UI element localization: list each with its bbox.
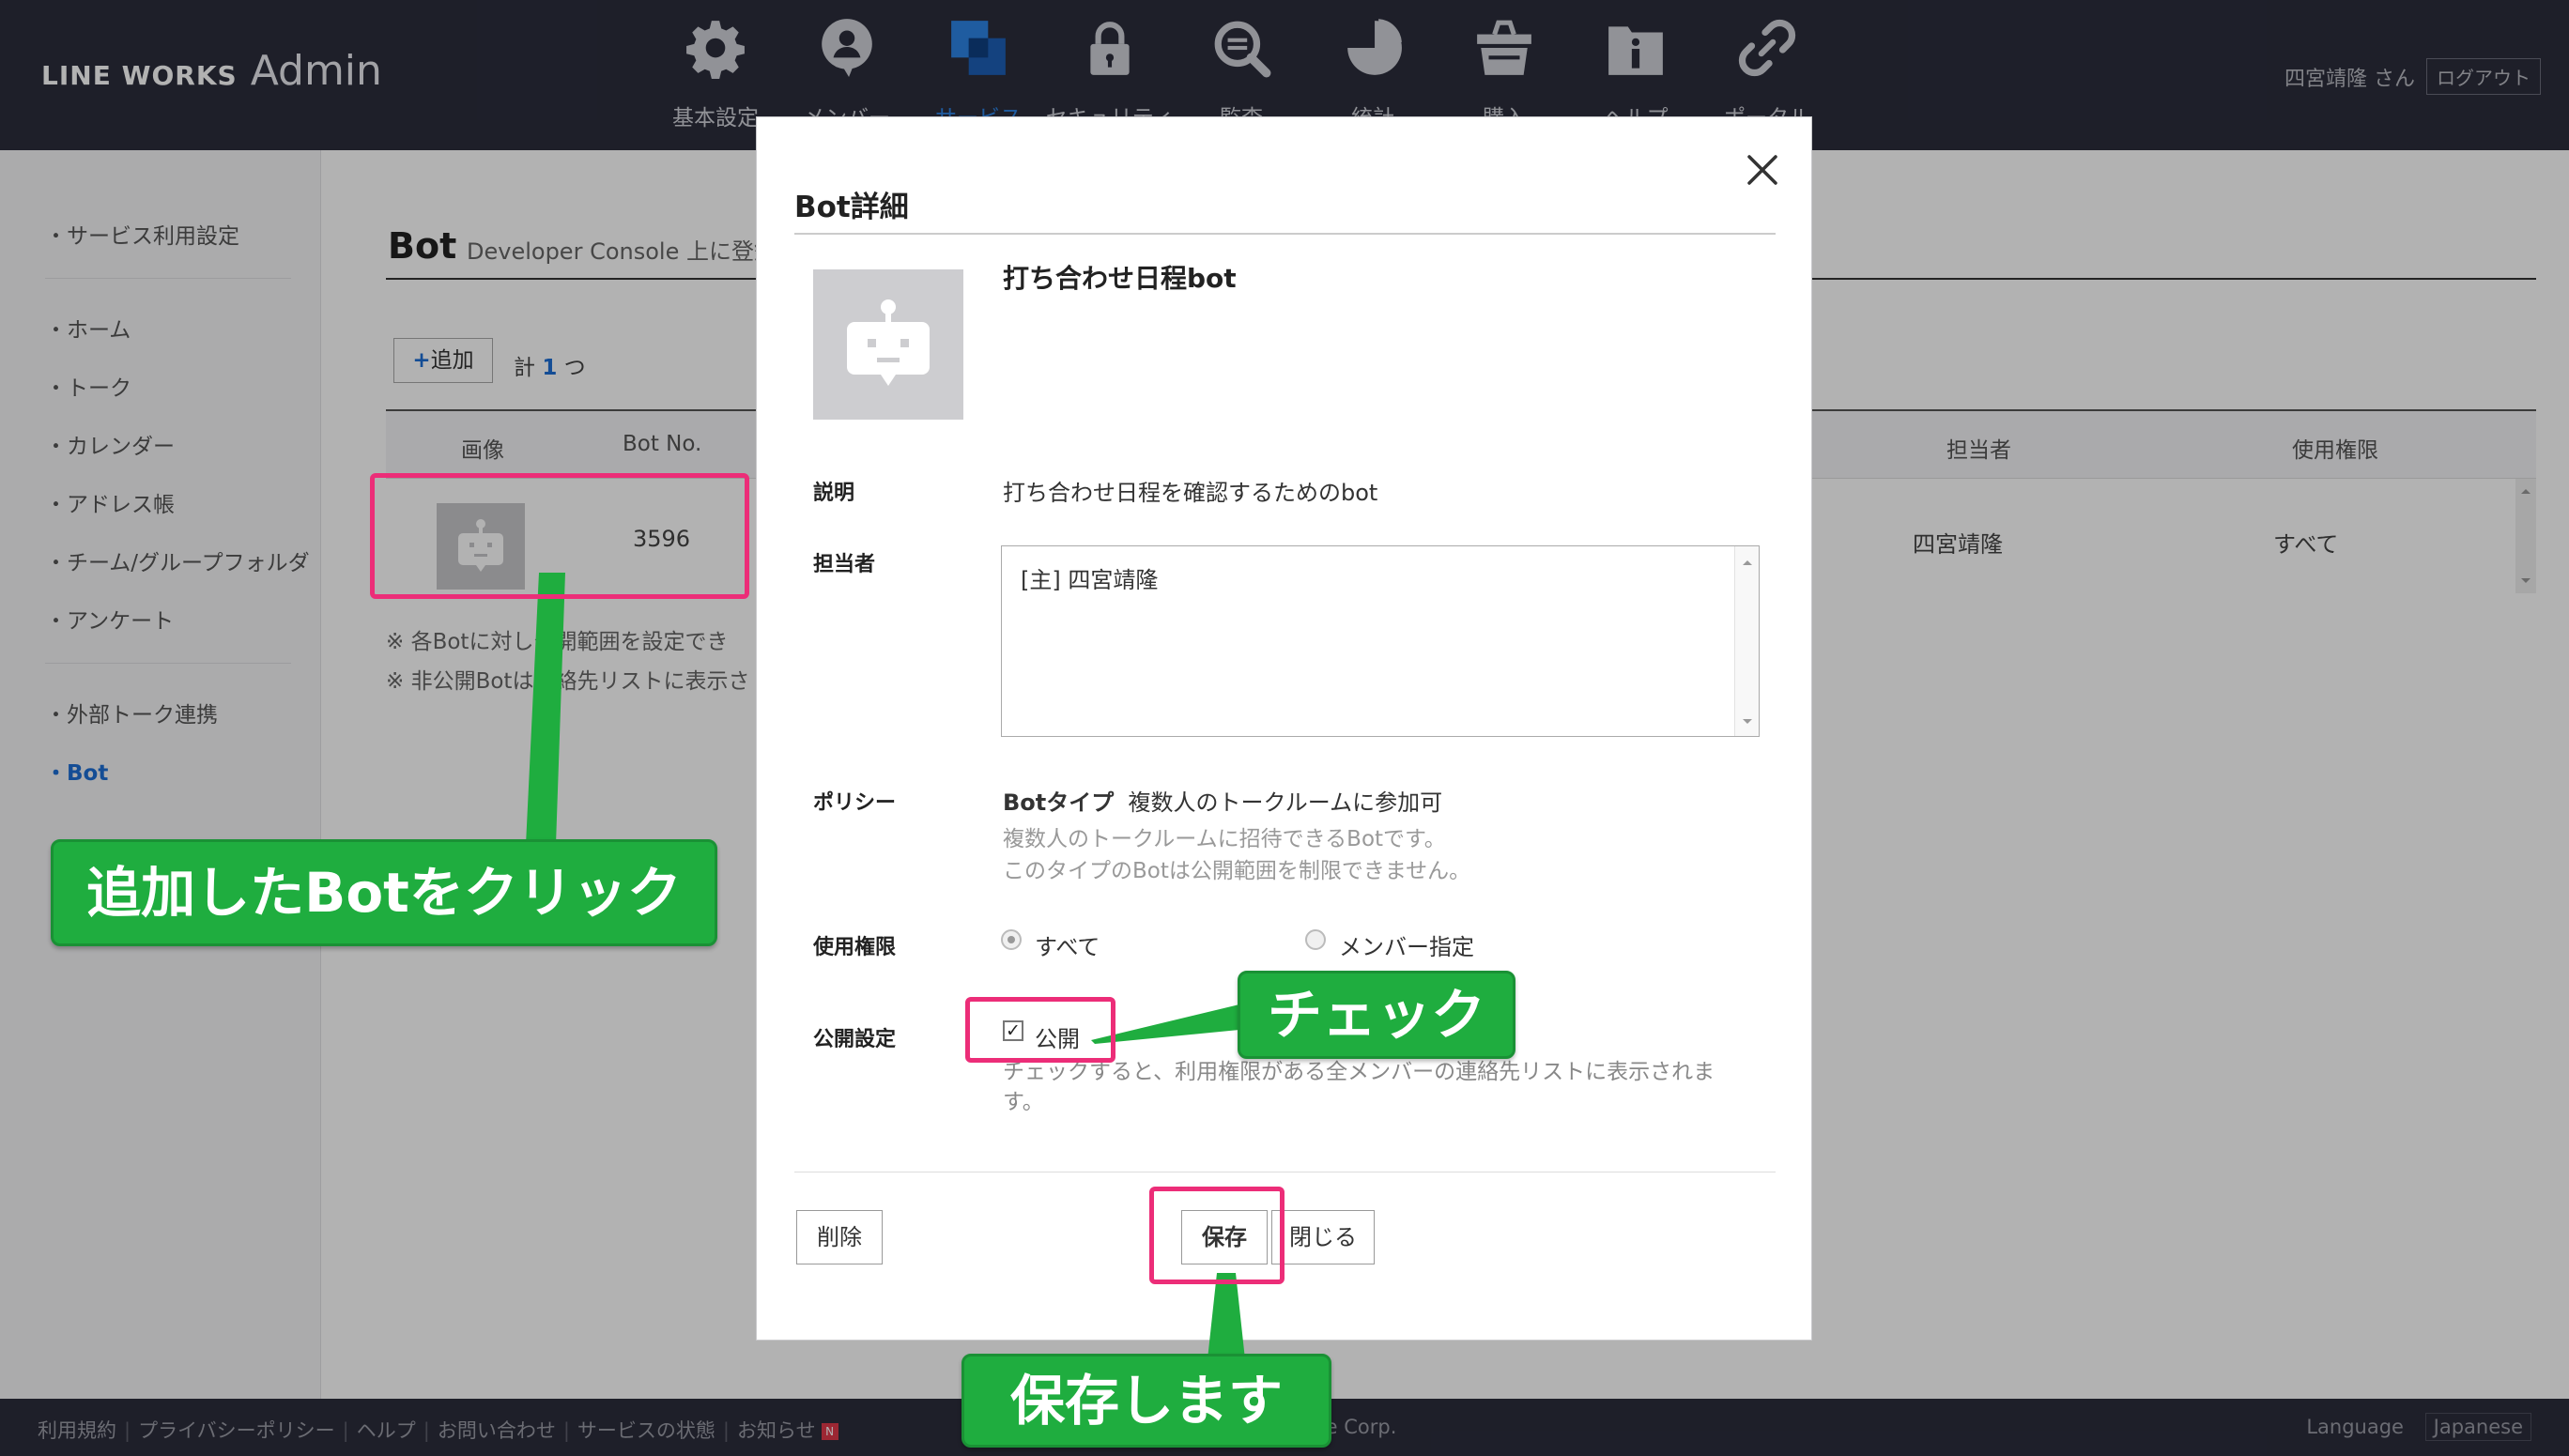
radio-all-label: すべて [1035, 934, 1100, 960]
manager-list[interactable]: [主] 四宮靖隆 [1001, 545, 1760, 737]
manager-value: [主] 四宮靖隆 [1021, 567, 1159, 593]
public-setting-label: 公開設定 [813, 1028, 897, 1051]
scroll-down-icon [1743, 719, 1752, 724]
public-description: す。 [1003, 1090, 1044, 1114]
radio-all[interactable] [1001, 929, 1022, 950]
manager-label: 担当者 [813, 553, 876, 576]
description-label: 説明 [813, 482, 855, 505]
bot-detail-modal: Bot詳細 打ち合わせ日程bot 説明 打ち合わせ日程を確認するためのbot 担… [756, 116, 1812, 1341]
highlight-public-checkbox [965, 997, 1115, 1063]
bot-image [813, 269, 963, 420]
radio-member-specified-label: メンバー指定 [1339, 934, 1474, 960]
modal-title-divider [794, 233, 1776, 235]
permission-label: 使用権限 [813, 936, 897, 959]
bot-type-label: Botタイプ [1003, 789, 1115, 816]
bot-name: 打ち合わせ日程bot [1003, 263, 1237, 294]
callout-check: チェック [1238, 971, 1515, 1059]
policy-description: 複数人のトークルームに招待できるBotです。 [1003, 827, 1446, 851]
bot-icon [847, 299, 930, 386]
callout-click-bot: 追加したBotをクリック [51, 839, 717, 946]
bot-type-row: Botタイプ 複数人のトークルームに参加可 [1003, 784, 1442, 817]
highlight-save-button [1149, 1187, 1284, 1284]
description-value: 打ち合わせ日程を確認するためのbot [1003, 480, 1378, 506]
scroll-up-icon [1743, 560, 1752, 565]
policy-label: ポリシー [813, 791, 897, 815]
close-icon[interactable] [1742, 149, 1783, 191]
callout-save: 保存します [961, 1354, 1331, 1448]
close-button[interactable]: 閉じる [1271, 1210, 1375, 1264]
radio-member-specified[interactable] [1305, 929, 1326, 950]
modal-title: Bot詳細 [794, 191, 909, 224]
delete-button[interactable]: 削除 [796, 1210, 883, 1264]
policy-description: このタイプのBotは公開範囲を制限できません。 [1003, 859, 1471, 883]
manager-scrollbar[interactable] [1734, 546, 1759, 736]
bot-type-value: 複数人のトークルームに参加可 [1128, 789, 1443, 816]
highlight-bot-row [370, 473, 749, 599]
